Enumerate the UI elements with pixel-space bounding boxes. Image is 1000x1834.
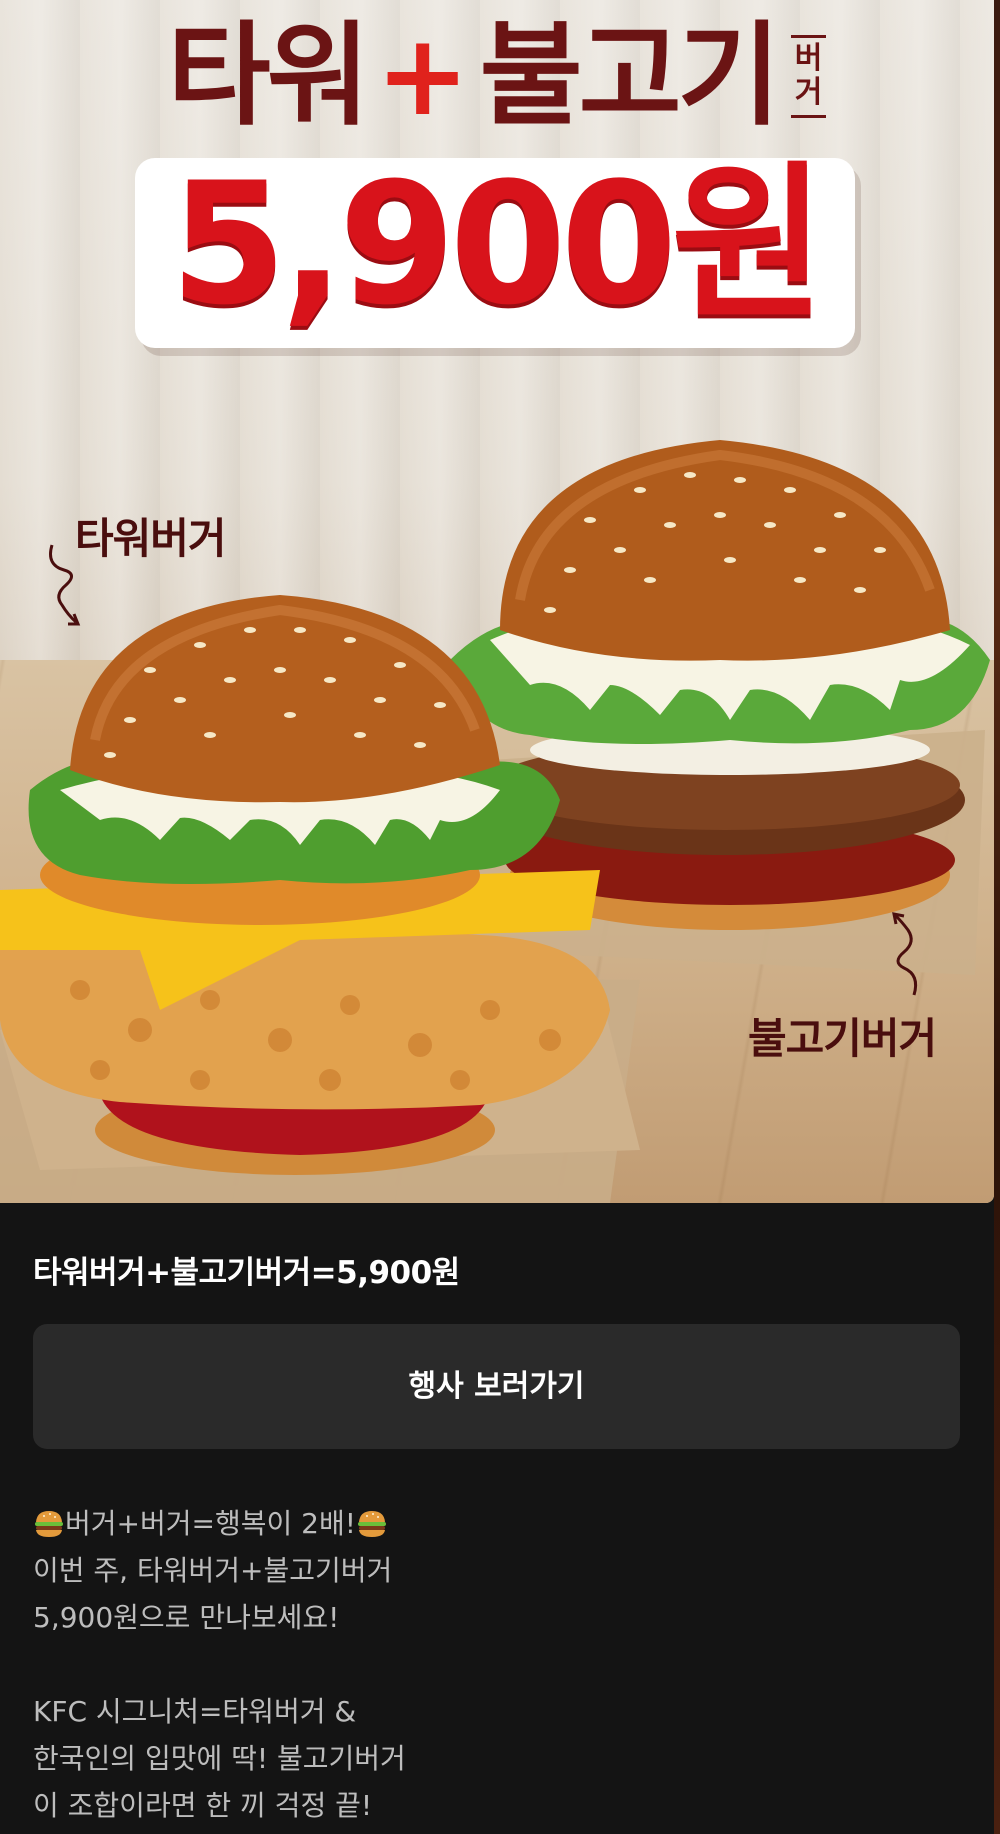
description-line-4: KFC 시그니처=타워버거 & — [33, 1695, 357, 1728]
description-line-6: 이 조합이라면 한 끼 걱정 끝! — [33, 1789, 373, 1822]
description-text-1: 버거+버거=행복이 2배! — [65, 1507, 356, 1540]
edge-strip — [994, 0, 1000, 1834]
curly-arrow-icon — [892, 912, 918, 996]
price-text: 5,900원 — [170, 146, 826, 342]
promo-screen: 타워 + 불고기 버 거 5,900원 타워버거 불고기버거 타워버거+불고기버… — [0, 0, 1000, 1834]
promo-banner-image: 타워 + 불고기 버 거 5,900원 타워버거 불고기버거 — [0, 0, 994, 1203]
label-bulgogi-burger: 불고기버거 — [748, 1014, 937, 1063]
label-tower-burger: 타워버거 — [75, 514, 227, 563]
banner-headline: 타워 + 불고기 버 거 — [0, 20, 994, 132]
burger-tag-top: 버 — [794, 40, 823, 76]
description-spacer — [33, 1641, 973, 1688]
event-description: 버거+버거=행복이 2배! 이번 주, 타워버거+불고기버거 5,900원으로 … — [33, 1500, 973, 1829]
description-line-3: 5,900원으로 만나보세요! — [33, 1601, 340, 1634]
description-line-5: 한국인의 입맛에 딱! 불고기버거 — [33, 1742, 406, 1775]
curly-arrow-icon — [49, 544, 81, 626]
headline-bulgogi: 불고기 — [479, 11, 781, 141]
headline-tower: 타워 — [167, 11, 370, 141]
event-title: 타워버거+불고기버거=5,900원 — [33, 1255, 460, 1291]
burger-tag: 버 거 — [790, 34, 827, 118]
description-line-2: 이번 주, 타워버거+불고기버거 — [33, 1554, 393, 1587]
headline-plus: + — [375, 11, 470, 141]
hamburger-icon — [357, 1511, 386, 1537]
go-to-event-button[interactable]: 행사 보러가기 — [33, 1324, 960, 1449]
description-line-1: 버거+버거=행복이 2배! — [33, 1500, 973, 1547]
tower-burger-image — [0, 595, 640, 1203]
burger-tag-bottom: 거 — [794, 75, 823, 110]
hamburger-icon — [35, 1511, 63, 1537]
